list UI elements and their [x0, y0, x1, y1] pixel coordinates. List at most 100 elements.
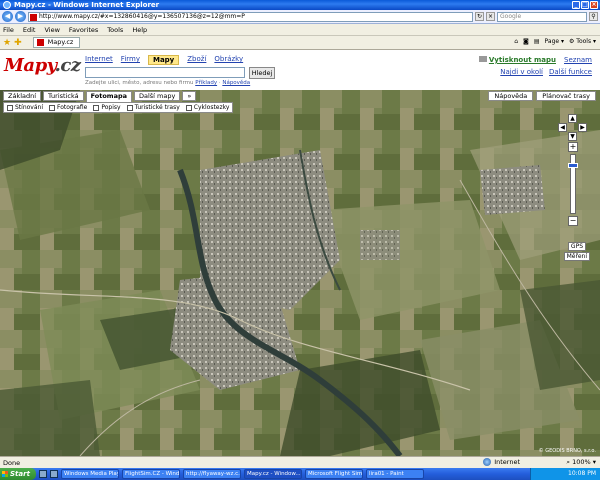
map-right-buttons: Nápověda Plánovač trasy [488, 91, 596, 101]
taskbar-item-media-player[interactable]: Windows Media Player [61, 469, 119, 479]
layer-fotografie[interactable]: Fotografie [49, 104, 87, 111]
quicklaunch-icon[interactable] [50, 470, 58, 478]
menu-bar: File Edit View Favorites Tools Help [0, 24, 600, 36]
layer-stinovani[interactable]: Stínování [7, 104, 43, 111]
ie-logo-icon [3, 1, 11, 9]
home-icon[interactable]: ⌂ [514, 38, 518, 45]
printer-icon [478, 56, 487, 62]
menu-edit[interactable]: Edit [23, 26, 36, 34]
help-link[interactable]: Nápověda [222, 80, 250, 86]
add-favorites-icon[interactable]: ✚ [14, 38, 22, 48]
window-title: Mapy.cz - Windows Internet Explorer [14, 1, 160, 9]
map-copyright: © GEODIS BRNO, s.r.o. [538, 448, 596, 454]
back-button[interactable]: ◀ [2, 11, 13, 22]
aerial-map[interactable]: Základní Turistická Fotomapa Další mapy … [0, 90, 600, 456]
search-button[interactable]: Hledej [249, 67, 275, 79]
clock: 10:08 PM [568, 470, 596, 477]
checkbox-icon [126, 104, 133, 111]
more-functions-link[interactable]: Další funkce [549, 66, 592, 78]
zoom-level[interactable]: ⌕ 100% ▾ [566, 458, 596, 467]
url-text: http://www.mapy.cz/#x=132860416@y=136507… [39, 12, 245, 20]
site-favicon-icon [30, 13, 37, 21]
service-obrazky[interactable]: Obrázky [214, 55, 243, 65]
find-nearby-link[interactable]: Najdi v okolí [500, 66, 543, 78]
taskbar-item-mapy[interactable]: Mapy.cz - Window... [244, 469, 302, 479]
tab-label: Mapy.cz [47, 38, 74, 46]
checkbox-icon [49, 104, 55, 111]
taskbar-item-flyaway[interactable]: http://flyaway-wz.c... [183, 469, 241, 479]
refresh-icon[interactable]: ↻ [475, 12, 484, 21]
measure-button[interactable]: Měření [563, 252, 590, 261]
minimize-icon[interactable]: _ [572, 1, 580, 9]
menu-view[interactable]: View [44, 26, 59, 34]
menu-file[interactable]: File [3, 26, 14, 34]
taskbar-item-msfs[interactable]: Microsoft Flight Simu... [305, 469, 363, 479]
web-page: Mapy.cz Internet Firmy Mapy Zboží Obrázk… [0, 50, 600, 456]
pan-up-icon[interactable]: ▲ [568, 114, 577, 123]
stop-icon[interactable]: × [486, 12, 495, 21]
search-hint: Zadejte ulici, město, adresu nebo firmu … [85, 80, 251, 86]
maximize-icon[interactable]: □ [581, 1, 589, 9]
checkbox-icon [93, 104, 100, 111]
feeds-icon[interactable]: ◙ [523, 38, 529, 45]
service-links: Internet Firmy Mapy Zboží Obrázky [85, 55, 243, 65]
search-field[interactable]: Google [497, 11, 587, 22]
close-icon[interactable]: × [590, 1, 598, 9]
quicklaunch-icon[interactable] [39, 470, 47, 478]
zoom-slider[interactable] [568, 154, 578, 214]
examples-link[interactable]: Příklady [195, 80, 217, 86]
security-zone: Internet [483, 458, 520, 466]
zoom-out-icon[interactable]: − [568, 216, 578, 226]
window-controls: _ □ × [572, 1, 598, 9]
page-menu[interactable]: Page ▾ [545, 38, 564, 45]
search-icon[interactable]: ⚲ [589, 12, 598, 21]
taskbar-item-paint[interactable]: lira01 - Paint [366, 469, 424, 479]
forward-button[interactable]: ▶ [15, 11, 26, 22]
layer-turisticke-trasy[interactable]: Turistické trasy [126, 104, 180, 111]
menu-favorites[interactable]: Favorites [69, 26, 98, 34]
layer-options: Stínování Fotografie Popisy Turistické t… [3, 102, 234, 113]
tools-menu[interactable]: ⚙ Tools ▾ [569, 38, 596, 45]
help-button[interactable]: Nápověda [488, 91, 534, 101]
map-search-input[interactable] [85, 67, 245, 78]
url-field[interactable]: http://www.mapy.cz/#x=132860416@y=136507… [28, 11, 473, 22]
route-planner-button[interactable]: Plánovač trasy [536, 91, 596, 101]
service-zbozi[interactable]: Zboží [187, 55, 206, 65]
status-bar: Done Internet ⌕ 100% ▾ [0, 456, 600, 468]
tab-more[interactable]: » [182, 91, 197, 101]
checkbox-icon [7, 104, 13, 111]
checkbox-icon [185, 104, 192, 111]
tab-zakladni[interactable]: Základní [3, 91, 42, 101]
print-icon[interactable]: ▤ [534, 38, 540, 45]
zoom-handle[interactable] [568, 163, 578, 168]
seznam-link[interactable]: Seznam [564, 54, 592, 66]
tab-turisticka[interactable]: Turistická [43, 91, 84, 101]
layer-cyklostezky[interactable]: Cyklostezky [185, 104, 229, 111]
pan-down-icon[interactable]: ▼ [568, 132, 577, 141]
service-internet[interactable]: Internet [85, 55, 113, 65]
gps-button[interactable]: GPS [567, 242, 586, 251]
service-firmy[interactable]: Firmy [121, 55, 140, 65]
zoom-in-icon[interactable]: + [568, 142, 578, 152]
start-button[interactable]: Start [0, 468, 36, 480]
window-title-bar: Mapy.cz - Windows Internet Explorer _ □ … [0, 0, 600, 10]
service-mapy[interactable]: Mapy [147, 55, 180, 65]
layer-popisy[interactable]: Popisy [93, 104, 121, 111]
menu-tools[interactable]: Tools [107, 26, 123, 34]
aerial-photo [0, 90, 600, 456]
favorites-star-icon[interactable]: ★ [3, 38, 11, 48]
mapy-logo[interactable]: Mapy.cz [4, 55, 81, 76]
taskbar-item-flightsim[interactable]: FlightSim.CZ - Wind... [122, 469, 180, 479]
pan-right-icon[interactable]: ▶ [578, 123, 587, 132]
menu-help[interactable]: Help [132, 26, 147, 34]
tab-dalsi-mapy[interactable]: Další mapy [134, 91, 181, 101]
pan-left-icon[interactable]: ◀ [558, 123, 567, 132]
system-tray: 10:08 PM [530, 468, 600, 480]
tab-favicon-icon [36, 39, 44, 46]
command-buttons: ⌂ ◙ ▤ Page ▾ ⚙ Tools ▾ [514, 38, 596, 45]
address-bar: ◀ ▶ http://www.mapy.cz/#x=132860416@y=13… [0, 10, 600, 24]
print-map-link[interactable]: Vytisknout mapu [478, 54, 556, 66]
page-actions: Vytisknout mapu Seznam Najdi v okolí Dal… [478, 54, 592, 78]
browser-tab[interactable]: Mapy.cz [32, 37, 81, 48]
search-field-placeholder: Google [500, 12, 522, 20]
